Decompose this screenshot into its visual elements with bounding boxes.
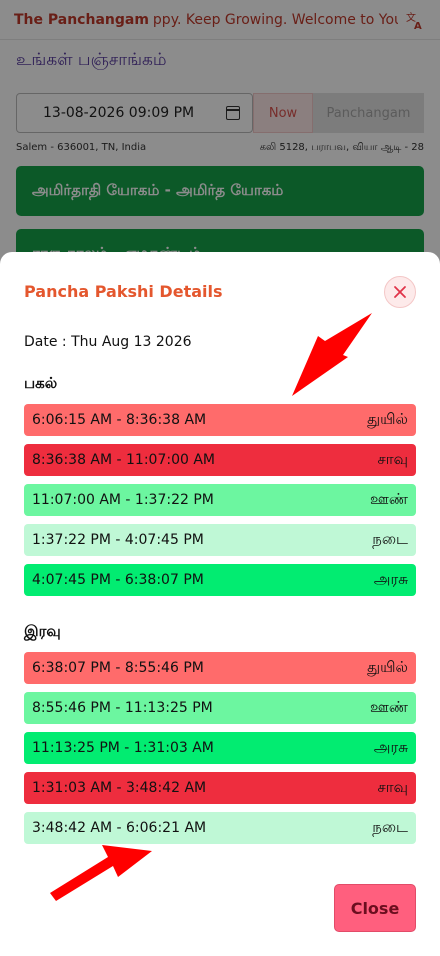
slot-time: 1:31:03 AM - 3:48:42 AM xyxy=(32,780,207,796)
pakshi-slot-row: 6:38:07 PM - 8:55:46 PM துயில் xyxy=(24,652,416,684)
pakshi-slot-row: 6:06:15 AM - 8:36:38 AM துயில் xyxy=(24,404,416,436)
slot-time: 3:48:42 AM - 6:06:21 AM xyxy=(32,820,207,836)
pakshi-slot-row: 8:36:38 AM - 11:07:00 AM சாவு xyxy=(24,444,416,476)
slot-state: துயில் xyxy=(367,658,408,676)
slot-time: 8:55:46 PM - 11:13:25 PM xyxy=(32,700,213,716)
close-icon[interactable] xyxy=(384,276,416,308)
pakshi-slot-row: 1:37:22 PM - 4:07:45 PM நடை xyxy=(24,524,416,556)
slot-time: 11:13:25 PM - 1:31:03 AM xyxy=(32,740,214,756)
pakshi-slot-row: 11:07:00 AM - 1:37:22 PM ஊண் xyxy=(24,484,416,516)
slot-time: 8:36:38 AM - 11:07:00 AM xyxy=(32,452,216,468)
slot-state: துயில் xyxy=(367,410,408,428)
slot-state: நடை xyxy=(372,530,408,548)
slot-time: 1:37:22 PM - 4:07:45 PM xyxy=(32,532,204,548)
pakshi-slot-row: 3:48:42 AM - 6:06:21 AM நடை xyxy=(24,812,416,844)
slot-time: 4:07:45 PM - 6:38:07 PM xyxy=(32,572,204,588)
slot-state: சாவு xyxy=(377,450,409,468)
slot-time: 6:38:07 PM - 8:55:46 PM xyxy=(32,660,204,676)
day-section-label: பகல் xyxy=(24,374,58,392)
slot-state: சாவு xyxy=(377,778,409,796)
night-section-label: இரவு xyxy=(24,622,61,640)
pancha-pakshi-modal: Pancha Pakshi Details Date : Thu Aug 13 … xyxy=(0,252,440,956)
slot-time: 11:07:00 AM - 1:37:22 PM xyxy=(32,492,214,508)
pakshi-slot-row: 1:31:03 AM - 3:48:42 AM சாவு xyxy=(24,772,416,804)
pakshi-slot-row: 8:55:46 PM - 11:13:25 PM ஊண் xyxy=(24,692,416,724)
slot-state: அரசு xyxy=(373,570,408,588)
slot-state: நடை xyxy=(372,818,408,836)
slot-state: ஊண் xyxy=(370,490,408,508)
slot-state: அரசு xyxy=(373,738,408,756)
close-button[interactable]: Close xyxy=(334,884,416,932)
pakshi-slot-row: 11:13:25 PM - 1:31:03 AM அரசு xyxy=(24,732,416,764)
slot-state: ஊண் xyxy=(370,698,408,716)
slot-time: 6:06:15 AM - 8:36:38 AM xyxy=(32,412,207,428)
date-line: Date : Thu Aug 13 2026 xyxy=(24,334,192,350)
pakshi-slot-row: 4:07:45 PM - 6:38:07 PM அரசு xyxy=(24,564,416,596)
modal-title: Pancha Pakshi Details xyxy=(24,282,223,301)
